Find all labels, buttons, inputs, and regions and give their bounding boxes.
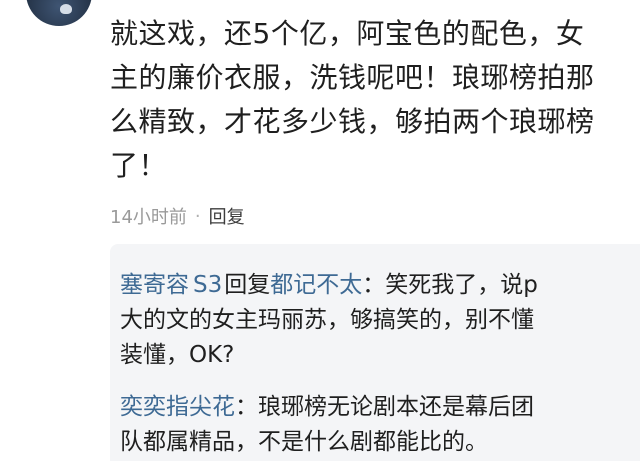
reply-text-line: 大的文的女主玛丽苏，够搞笑的，别不懂 xyxy=(120,307,534,333)
reply-connector: 回复 xyxy=(224,272,271,298)
reply-colon: ： xyxy=(235,394,258,420)
avatar-moon-graphic xyxy=(60,4,72,14)
comment-thread: 就这戏，还5个亿，阿宝色的配色，女 主的廉价衣服，洗钱呢吧！琅琊榜拍那 么精致，… xyxy=(0,0,640,461)
reply-text: 笑死我了，说p xyxy=(385,272,538,298)
reply-text-line: 队都属精品，不是什么剧都能比的。 xyxy=(120,429,488,455)
comment-line: 么精致，才花多少钱，够拍两个琅琊榜 xyxy=(110,105,595,138)
comment-line: 就这戏，还5个亿，阿宝色的配色，女 xyxy=(110,17,585,50)
comment-timestamp: 14小时前 xyxy=(110,207,187,228)
user-avatar[interactable] xyxy=(26,0,92,26)
reply-first-line: 塞寄容 S3回复都记不太：笑死我了，说p xyxy=(120,268,538,303)
meta-separator: · xyxy=(194,205,201,227)
reply-colon: ： xyxy=(362,272,386,298)
reply-item: 塞寄容 S3回复都记不太：笑死我了，说p 大的文的女主玛丽苏，够搞笑的，别不懂 装… xyxy=(120,268,538,373)
reply-author[interactable]: 奕奕指尖花 xyxy=(120,394,235,420)
reply-button[interactable]: 回复 xyxy=(209,203,245,229)
comment-text: 就这戏，还5个亿，阿宝色的配色，女 主的廉价衣服，洗钱呢吧！琅琊榜拍那 么精致，… xyxy=(110,12,630,188)
reply-author[interactable]: 塞寄容 xyxy=(120,272,189,298)
replies-panel: 塞寄容 S3回复都记不太：笑死我了，说p 大的文的女主玛丽苏，够搞笑的，别不懂 装… xyxy=(110,244,640,461)
reply-text-line: 装懂，OK? xyxy=(120,342,235,368)
user-level-badge: S3 xyxy=(193,272,223,298)
comment-line: 主的廉价衣服，洗钱呢吧！琅琊榜拍那 xyxy=(110,61,595,94)
reply-first-line: 奕奕指尖花：琅琊榜无论剧本还是幕后团 xyxy=(120,390,534,425)
reply-text: 琅琊榜无论剧本还是幕后团 xyxy=(258,394,534,420)
reply-target-user[interactable]: 都记不太 xyxy=(270,272,362,298)
reply-item: 奕奕指尖花：琅琊榜无论剧本还是幕后团 队都属精品，不是什么剧都能比的。 xyxy=(120,390,534,460)
comment-meta: 14小时前 · 回复 xyxy=(110,201,245,231)
comment-line: 了！ xyxy=(110,149,168,182)
